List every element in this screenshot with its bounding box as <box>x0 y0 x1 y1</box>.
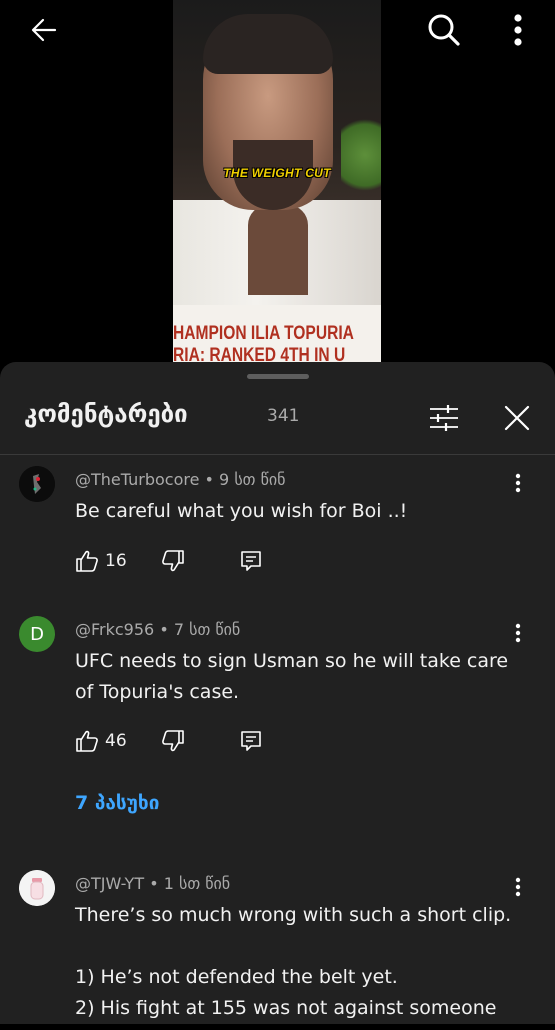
close-icon <box>504 405 530 431</box>
video-player[interactable]: THE WEIGHT CUT HAMPION ILIA TOPURIA RIA:… <box>0 0 555 380</box>
like-count: 16 <box>105 551 127 571</box>
comment-more-button[interactable] <box>508 468 528 498</box>
comments-count: 341 <box>267 406 300 426</box>
video-hair <box>203 14 333 74</box>
back-button[interactable] <box>26 12 62 48</box>
search-icon <box>428 14 460 46</box>
video-caption: THE WEIGHT CUT <box>223 166 331 180</box>
avatar-image-icon <box>19 870 55 906</box>
comment-text-line: 2) His fight at 155 was not against some… <box>75 997 497 1019</box>
comment-time: 7 სთ წინ <box>173 620 241 639</box>
reply-button[interactable] <box>239 546 263 576</box>
more-vert-icon <box>515 623 521 643</box>
comment-text: UFC needs to sign Usman so he will take … <box>75 646 525 708</box>
drag-handle[interactable] <box>247 374 309 379</box>
thumbs-up-icon <box>76 550 98 572</box>
avatar[interactable] <box>19 466 55 502</box>
view-replies-button[interactable]: 7 პასუხი <box>75 792 159 814</box>
meta-separator: • <box>149 874 164 893</box>
avatar[interactable] <box>19 870 55 906</box>
comment-more-button[interactable] <box>508 872 528 902</box>
close-button[interactable] <box>499 400 535 436</box>
comment-item: D @Frkc956 • 7 სთ წინ UFC needs to sign … <box>0 616 555 816</box>
sliders-icon <box>430 405 458 431</box>
comment-meta: @Frkc956 • 7 სთ წინ <box>75 620 240 639</box>
header-divider <box>0 454 555 455</box>
video-banner: HAMPION ILIA TOPURIA RIA: RANKED 4TH IN … <box>173 305 381 362</box>
comment-text: There’s so much wrong with such a short … <box>75 900 525 1024</box>
like-button[interactable]: 16 <box>75 546 127 576</box>
comment-time: 1 სთ წინ <box>163 874 231 893</box>
comment-time: 9 სთ წინ <box>219 470 286 489</box>
banner-line-1: HAMPION ILIA TOPURIA <box>173 323 354 344</box>
video-thumbnail[interactable]: THE WEIGHT CUT HAMPION ILIA TOPURIA RIA:… <box>173 0 381 362</box>
comment-meta: @TheTurbocore • 9 სთ წინ <box>75 470 286 489</box>
search-button[interactable] <box>426 12 462 48</box>
comment-author[interactable]: @TheTurbocore <box>75 470 199 489</box>
thumbs-down-icon <box>162 730 184 752</box>
comment-item: @TheTurbocore • 9 სთ წინ Be careful what… <box>0 466 555 576</box>
comment-item: @TJW-YT • 1 სთ წინ There’s so much wrong… <box>0 870 555 1030</box>
sort-filter-button[interactable] <box>426 400 462 436</box>
reply-comment-icon <box>241 731 261 751</box>
comment-more-button[interactable] <box>508 618 528 648</box>
comments-title: კომენტარები <box>24 400 188 428</box>
meta-separator: • <box>204 470 220 489</box>
avatar-image-icon <box>19 466 55 502</box>
more-vert-icon <box>514 14 522 46</box>
comment-text-line: UFC needs to sign Usman so he will take … <box>75 650 509 672</box>
comment-text-line: of Topuria's case. <box>75 681 240 703</box>
comment-text: Be careful what you wish for Boi ..! <box>75 500 408 522</box>
comment-meta: @TJW-YT • 1 სთ წინ <box>75 874 230 893</box>
comment-actions: 16 <box>75 546 275 576</box>
thumbs-down-icon <box>162 550 184 572</box>
video-plant <box>341 110 381 200</box>
comment-actions: 46 <box>75 726 275 756</box>
reply-comment-icon <box>241 551 261 571</box>
banner-line-2: RIA: RANKED 4TH IN U <box>173 345 346 362</box>
comments-sheet: კომენტარები 341 @TheTurbocore • 9 სთ წინ <box>0 362 555 1024</box>
reply-button[interactable] <box>239 726 263 756</box>
comment-author[interactable]: @TJW-YT <box>75 874 144 893</box>
like-button[interactable]: 46 <box>75 726 127 756</box>
meta-separator: • <box>159 620 174 639</box>
more-vert-icon <box>515 877 521 897</box>
video-neck <box>248 205 308 295</box>
dislike-button[interactable] <box>161 726 185 756</box>
arrow-left-icon <box>31 18 57 42</box>
thumbs-up-icon <box>76 730 98 752</box>
more-vert-icon <box>515 473 521 493</box>
comment-text-line <box>75 931 525 962</box>
comment-text-line: There’s so much wrong with such a short … <box>75 904 512 926</box>
like-count: 46 <box>105 731 127 751</box>
comment-author[interactable]: @Frkc956 <box>75 620 154 639</box>
more-options-button[interactable] <box>500 12 536 48</box>
avatar[interactable]: D <box>19 616 55 652</box>
avatar-letter: D <box>30 623 44 645</box>
comment-text-line: 1) He’s not defended the belt yet. <box>75 966 398 988</box>
dislike-button[interactable] <box>161 546 185 576</box>
